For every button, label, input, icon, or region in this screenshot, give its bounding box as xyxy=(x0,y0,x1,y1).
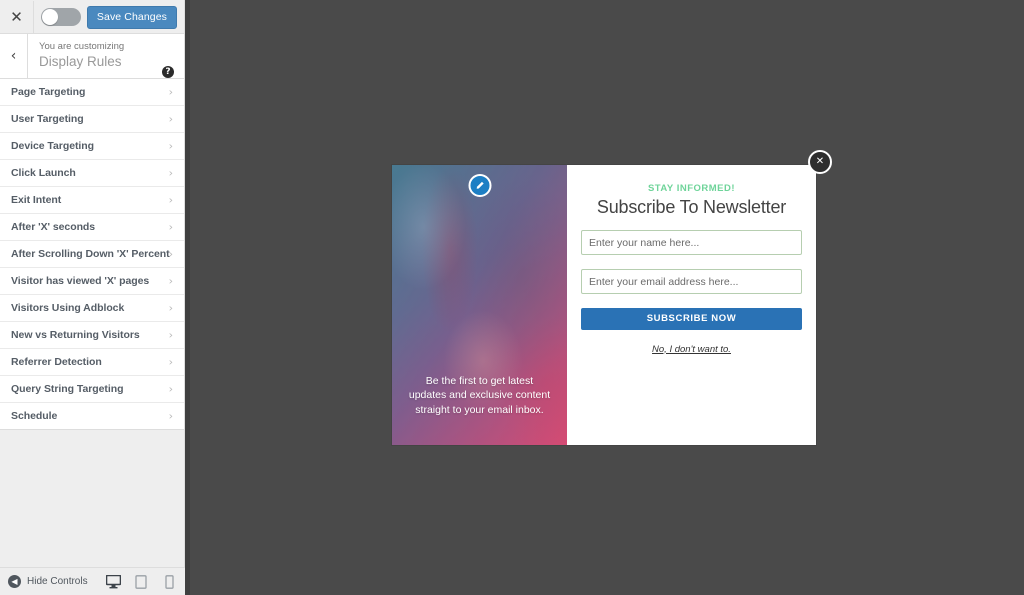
customizer-topbar: ✕ ? Save Changes xyxy=(0,0,184,34)
chevron-right-icon: › xyxy=(168,193,173,207)
display-rule-label: Referrer Detection xyxy=(11,356,102,368)
display-rule-label: New vs Returning Visitors xyxy=(11,329,140,341)
display-rule-label: Page Targeting xyxy=(11,86,86,98)
chevron-right-icon: › xyxy=(168,274,173,288)
email-input[interactable] xyxy=(581,269,802,294)
toggle-knob xyxy=(42,8,58,25)
hide-controls-button[interactable]: ◀ Hide Controls xyxy=(8,575,88,588)
hide-controls-label: Hide Controls xyxy=(27,576,88,587)
tablet-preview-icon[interactable] xyxy=(133,574,149,590)
display-rule-label: Query String Targeting xyxy=(11,383,124,395)
display-rule-item[interactable]: New vs Returning Visitors › xyxy=(0,322,184,349)
chevron-right-icon: › xyxy=(168,382,173,396)
popup-image-panel: Be the first to get latest updates and e… xyxy=(392,165,567,445)
chevron-right-icon: › xyxy=(168,139,173,153)
preview-canvas: ✕ Be the first to get latest updates and… xyxy=(190,0,1024,595)
popup-image-caption: Be the first to get latest updates and e… xyxy=(408,374,551,416)
app-root: ✕ ? Save Changes ‹ You are customizing D… xyxy=(0,0,1024,595)
chevron-right-icon: › xyxy=(168,301,173,315)
back-chevron-left-icon[interactable]: ‹ xyxy=(0,34,28,78)
popup-close-circle-icon[interactable]: ✕ xyxy=(808,150,832,174)
customizing-eyebrow: You are customizing xyxy=(39,41,125,52)
display-rule-item[interactable]: Schedule › xyxy=(0,403,184,429)
collapse-left-icon: ◀ xyxy=(8,575,21,588)
display-rule-label: After Scrolling Down 'X' Percent xyxy=(11,248,170,260)
display-rule-label: Visitors Using Adblock xyxy=(11,302,125,314)
form-eyebrow: STAY INFORMED! xyxy=(647,183,736,194)
display-rule-item[interactable]: Page Targeting › xyxy=(0,79,184,106)
display-rules-list: Page Targeting › User Targeting › Device Tar… xyxy=(0,79,184,430)
display-rule-item[interactable]: Referrer Detection › xyxy=(0,349,184,376)
save-changes-button[interactable]: Save Changes xyxy=(86,6,177,29)
header-text-group: You are customizing Display Rules xyxy=(28,34,184,78)
display-rule-label: Device Targeting xyxy=(11,140,95,152)
decline-link[interactable]: No, I don't want to. xyxy=(581,344,802,355)
display-rule-label: Visitor has viewed 'X' pages xyxy=(11,275,150,287)
pencil-edit-icon[interactable] xyxy=(468,174,491,197)
customizer-header: ‹ You are customizing Display Rules ? xyxy=(0,34,184,79)
display-rule-item[interactable]: Visitor has viewed 'X' pages › xyxy=(0,268,184,295)
sidebar-empty-area xyxy=(0,430,184,571)
mobile-preview-icon[interactable] xyxy=(161,574,177,590)
customizer-footer: ◀ Hide Controls xyxy=(0,567,185,595)
chevron-right-icon: › xyxy=(168,220,173,234)
name-input[interactable] xyxy=(581,230,802,255)
chevron-right-icon: › xyxy=(168,166,173,180)
display-rule-item[interactable]: After 'X' seconds › xyxy=(0,214,184,241)
subscribe-now-button[interactable]: SUBSCRIBE NOW xyxy=(581,307,802,330)
chevron-right-icon: › xyxy=(168,85,173,99)
chevron-right-icon: › xyxy=(168,247,173,261)
device-preview-group xyxy=(105,574,177,590)
header-help-group: ? xyxy=(162,66,174,78)
help-circle-icon[interactable]: ? xyxy=(162,66,174,78)
display-rule-label: After 'X' seconds xyxy=(11,221,96,233)
display-rule-label: User Targeting xyxy=(11,113,84,125)
popup-form-panel: STAY INFORMED! Subscribe To Newsletter S… xyxy=(567,165,816,445)
chevron-right-icon: › xyxy=(168,328,173,342)
display-rule-label: Exit Intent xyxy=(11,194,62,206)
display-rule-label: Schedule xyxy=(11,410,58,422)
popup-enable-toggle[interactable] xyxy=(41,7,81,26)
chevron-right-icon: › xyxy=(168,409,173,423)
display-rule-item[interactable]: Click Launch › xyxy=(0,160,184,187)
chevron-right-icon: › xyxy=(168,355,173,369)
display-rule-item[interactable]: User Targeting › xyxy=(0,106,184,133)
chevron-right-icon: › xyxy=(168,112,173,126)
display-rule-item[interactable]: Query String Targeting › xyxy=(0,376,184,403)
display-rule-item[interactable]: Device Targeting › xyxy=(0,133,184,160)
display-rule-label: Click Launch xyxy=(11,167,76,179)
customizer-sidebar: ✕ ? Save Changes ‹ You are customizing D… xyxy=(0,0,185,595)
display-rule-item[interactable]: Exit Intent › xyxy=(0,187,184,214)
close-customizer-icon[interactable]: ✕ xyxy=(0,0,34,33)
display-rule-item[interactable]: After Scrolling Down 'X' Percent › xyxy=(0,241,184,268)
newsletter-popup: ✕ Be the first to get latest updates and… xyxy=(392,150,832,445)
form-title: Subscribe To Newsletter xyxy=(596,197,787,217)
display-rule-item[interactable]: Visitors Using Adblock › xyxy=(0,295,184,322)
desktop-preview-icon[interactable] xyxy=(105,574,121,590)
